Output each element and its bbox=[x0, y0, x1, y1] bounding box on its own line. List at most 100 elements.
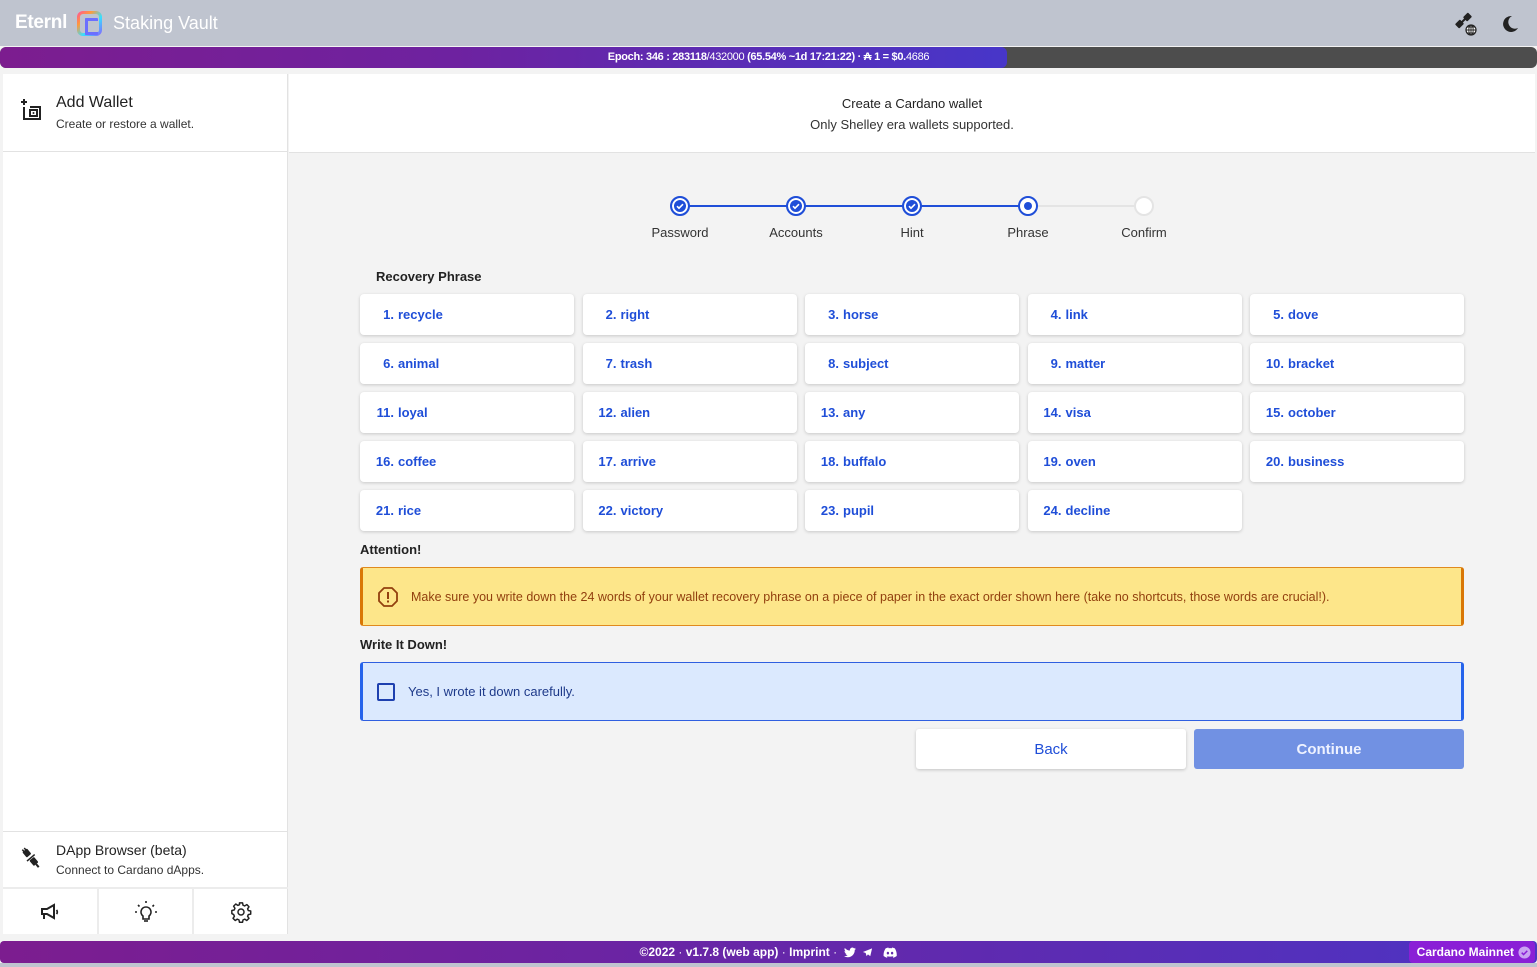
recovery-word-text: victory bbox=[620, 503, 664, 518]
tips-button[interactable] bbox=[99, 889, 195, 934]
recovery-word-number: 4. bbox=[1050, 307, 1062, 322]
continue-button[interactable]: Continue bbox=[1194, 729, 1464, 769]
recovery-word-text: link bbox=[1065, 307, 1088, 322]
dark-mode-toggle[interactable] bbox=[1497, 11, 1523, 37]
recovery-word-text: loyal bbox=[398, 405, 428, 420]
gear-icon bbox=[231, 901, 252, 923]
settings-button[interactable] bbox=[194, 889, 288, 934]
recovery-word-number: 1. bbox=[383, 307, 394, 322]
recovery-word: 17. arrive bbox=[582, 441, 797, 482]
recovery-word-number: 12. bbox=[598, 405, 617, 420]
recovery-word: 11. loyal bbox=[360, 392, 574, 433]
recovery-word-text: matter bbox=[1065, 356, 1106, 371]
discord-icon[interactable] bbox=[883, 947, 898, 959]
recovery-word-number: 24. bbox=[1043, 503, 1062, 518]
step-label: Accounts bbox=[769, 225, 823, 240]
recovery-word-text: october bbox=[1288, 405, 1336, 420]
recovery-word-number: 10. bbox=[1265, 356, 1284, 371]
brand-subtitle: Staking Vault bbox=[113, 12, 218, 33]
telegram-icon[interactable] bbox=[862, 947, 873, 958]
step-accounts: Accounts bbox=[738, 193, 854, 240]
recovery-word-text: buffalo bbox=[843, 454, 887, 469]
dapp-browser-title: DApp Browser (beta) bbox=[56, 842, 187, 858]
recovery-word: 23. pupil bbox=[805, 490, 1019, 531]
plug-icon bbox=[21, 847, 40, 868]
attention-text: Make sure you write down the 24 words of… bbox=[411, 589, 1330, 604]
dapp-network-icon bbox=[1455, 12, 1477, 36]
step-password: Password bbox=[622, 193, 738, 240]
megaphone-icon bbox=[40, 902, 58, 920]
recovery-word-text: decline bbox=[1065, 503, 1111, 518]
lightbulb-icon bbox=[134, 900, 157, 922]
brand[interactable]: Eternl Staking Vault bbox=[15, 10, 218, 36]
dapp-network-button[interactable] bbox=[1453, 11, 1479, 37]
announcements-button[interactable] bbox=[3, 889, 99, 934]
recovery-word-text: recycle bbox=[398, 307, 443, 322]
app-version: v1.7.8 (web app) bbox=[685, 945, 779, 959]
verified-check-icon bbox=[1518, 945, 1531, 959]
recovery-word: 12. alien bbox=[582, 392, 797, 433]
recovery-word-text: alien bbox=[620, 405, 651, 420]
step-check-icon bbox=[670, 196, 690, 216]
wizard-stepper: Password Accounts Hint Phrase Confirm bbox=[620, 193, 1200, 243]
attention-alert: Make sure you write down the 24 words of… bbox=[360, 567, 1464, 626]
step-check-icon bbox=[902, 196, 922, 216]
recovery-word: 20. business bbox=[1250, 441, 1464, 482]
recovery-word-number: 3. bbox=[828, 307, 839, 322]
recovery-word-number: 6. bbox=[383, 356, 394, 371]
confirm-written-checkbox[interactable] bbox=[377, 682, 395, 701]
sidebar-bottom-toolbar bbox=[3, 887, 288, 934]
step-label: Password bbox=[651, 225, 709, 240]
imprint-link[interactable]: Imprint bbox=[789, 945, 830, 959]
recovery-word-number: 20. bbox=[1265, 454, 1284, 469]
recovery-word-text: business bbox=[1288, 454, 1345, 469]
step-check-icon bbox=[786, 196, 806, 216]
sidebar: Add Wallet Create or restore a wallet. D… bbox=[3, 74, 288, 934]
recovery-word-number: 11. bbox=[376, 405, 394, 420]
recovery-word: 8. subject bbox=[805, 343, 1019, 384]
recovery-word: 9. matter bbox=[1027, 343, 1242, 384]
recovery-word-text: rice bbox=[398, 503, 422, 518]
recovery-word: 10. bracket bbox=[1250, 343, 1464, 384]
step-confirm: Confirm bbox=[1086, 193, 1202, 240]
confirm-written-toggle[interactable]: Yes, I wrote it down carefully. bbox=[360, 662, 1464, 721]
recovery-word-number: 13. bbox=[820, 405, 839, 420]
recovery-word-number: 5. bbox=[1273, 307, 1284, 322]
eternl-logo-icon bbox=[77, 10, 103, 36]
recovery-word-text: right bbox=[620, 307, 650, 322]
recovery-word: 15. october bbox=[1250, 392, 1464, 433]
sidebar-item-dapp-browser[interactable]: DApp Browser (beta) Connect to Cardano d… bbox=[3, 831, 288, 887]
recovery-word: 3. horse bbox=[805, 294, 1019, 335]
recovery-word-number: 14. bbox=[1043, 405, 1062, 420]
recovery-word-text: bracket bbox=[1288, 356, 1335, 371]
step-label: Phrase bbox=[1007, 225, 1049, 240]
copyright: ©2022 bbox=[639, 945, 676, 959]
recovery-word: 2. right bbox=[582, 294, 797, 335]
recovery-word-text: dove bbox=[1288, 307, 1319, 322]
recovery-word-number: 8. bbox=[828, 356, 839, 371]
recovery-word-text: animal bbox=[398, 356, 440, 371]
recovery-phrase-label: Recovery Phrase bbox=[376, 269, 482, 284]
recovery-word: 16. coffee bbox=[360, 441, 574, 482]
twitter-icon[interactable] bbox=[844, 947, 857, 958]
recovery-word-text: pupil bbox=[843, 503, 875, 518]
ada-price-tail: 4686 bbox=[905, 51, 930, 63]
recovery-word: 13. any bbox=[805, 392, 1019, 433]
sidebar-item-add-wallet[interactable]: Add Wallet Create or restore a wallet. bbox=[3, 74, 287, 152]
add-wallet-desc: Create or restore a wallet. bbox=[56, 117, 195, 131]
recovery-word-number: 16. bbox=[375, 454, 394, 469]
recovery-word-number: 17. bbox=[598, 454, 617, 469]
recovery-word: 14. visa bbox=[1027, 392, 1242, 433]
recovery-word-text: any bbox=[843, 405, 866, 420]
page-subtitle: Only Shelley era wallets supported. bbox=[810, 117, 1014, 132]
back-button[interactable]: Back bbox=[916, 729, 1186, 769]
step-pending-icon bbox=[1134, 196, 1154, 216]
step-phrase: Phrase bbox=[970, 193, 1086, 240]
recovery-word-text: horse bbox=[843, 307, 879, 322]
confirm-written-label: Yes, I wrote it down carefully. bbox=[408, 684, 575, 699]
recovery-word-number: 15. bbox=[1265, 405, 1284, 420]
step-label: Hint bbox=[900, 225, 924, 240]
page-header: Create a Cardano wallet Only Shelley era… bbox=[289, 74, 1535, 153]
network-badge[interactable]: Cardano Mainnet bbox=[1408, 941, 1535, 963]
recovery-word-text: arrive bbox=[620, 454, 656, 469]
